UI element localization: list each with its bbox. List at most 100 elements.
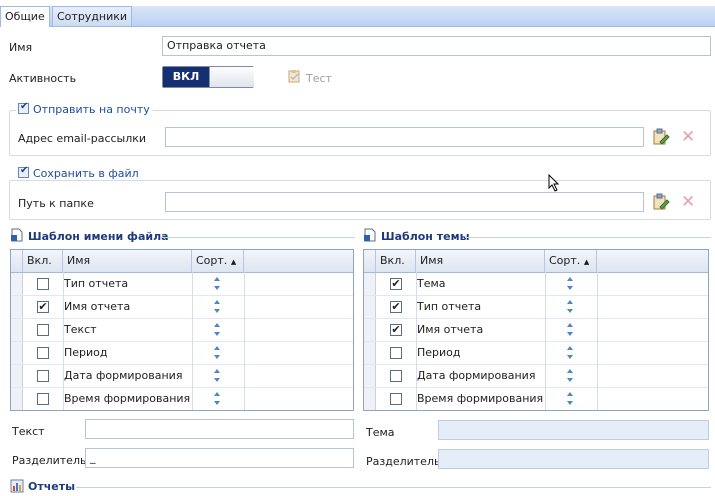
row-enabled-checkbox[interactable] bbox=[37, 278, 49, 290]
column-header-sort[interactable]: Сорт. ▲ bbox=[192, 250, 244, 272]
row-enabled-checkbox[interactable] bbox=[37, 324, 49, 336]
filename-template-grid: Вкл. Имя Сорт. ▲ Тип отчета ✔ Имя отчета Те… bbox=[10, 249, 354, 411]
row-name: Время формирования bbox=[417, 392, 544, 405]
row-selector[interactable] bbox=[11, 296, 23, 318]
test-button-label[interactable]: Тест bbox=[306, 72, 332, 85]
tab-general[interactable]: Общие bbox=[0, 6, 50, 27]
row-enabled-checkbox[interactable] bbox=[390, 347, 402, 359]
row-selector[interactable] bbox=[11, 273, 23, 295]
sort-order-stepper[interactable] bbox=[565, 322, 575, 338]
name-label: Имя bbox=[9, 41, 33, 54]
sort-order-stepper[interactable] bbox=[212, 322, 222, 338]
email-address-input[interactable] bbox=[165, 127, 644, 147]
subject-input[interactable] bbox=[438, 420, 709, 440]
column-divider bbox=[63, 272, 64, 410]
sort-order-stepper[interactable] bbox=[212, 391, 222, 407]
subject-label: Тема bbox=[366, 426, 395, 439]
column-divider bbox=[192, 272, 193, 410]
grid-header-selector bbox=[364, 250, 376, 272]
email-group-header[interactable]: ✔ Отправить на почту bbox=[16, 101, 153, 116]
row-name: Имя отчета bbox=[64, 300, 131, 313]
row-selector[interactable] bbox=[364, 319, 376, 341]
column-header-enabled[interactable]: Вкл. bbox=[376, 250, 416, 272]
sort-order-stepper[interactable] bbox=[565, 368, 575, 384]
row-enabled-checkbox[interactable] bbox=[37, 393, 49, 405]
file-group-header[interactable]: ✔ Сохранить в файл bbox=[16, 165, 142, 180]
filename-text-label: Текст bbox=[12, 425, 45, 438]
row-enabled-checkbox[interactable] bbox=[37, 370, 49, 382]
sort-order-stepper[interactable] bbox=[565, 391, 575, 407]
row-enabled-checkbox[interactable]: ✔ bbox=[390, 324, 402, 336]
clear-email-icon[interactable]: ✕ bbox=[681, 128, 695, 146]
column-header-sort-label: Сорт. bbox=[549, 254, 581, 267]
clipboard-edit-icon[interactable] bbox=[652, 128, 670, 146]
email-group-checkbox[interactable]: ✔ bbox=[18, 101, 29, 114]
clear-path-icon[interactable]: ✕ bbox=[681, 193, 695, 211]
row-enabled-checkbox[interactable]: ✔ bbox=[390, 301, 402, 313]
toggle-knob[interactable] bbox=[209, 67, 254, 87]
email-address-label: Адрес email-рассылки bbox=[18, 132, 147, 145]
file-checkbox-box[interactable]: ✔ bbox=[18, 165, 29, 178]
sort-order-stepper[interactable] bbox=[212, 368, 222, 384]
row-enabled-checkbox[interactable] bbox=[37, 347, 49, 359]
subject-separator-input[interactable] bbox=[438, 449, 709, 469]
tab-employees[interactable]: Сотрудники bbox=[52, 6, 133, 26]
row-name: Время формирования bbox=[64, 392, 191, 405]
section-divider bbox=[162, 237, 355, 238]
sort-asc-icon: ▲ bbox=[230, 258, 237, 266]
checkmark-icon: ✔ bbox=[391, 277, 401, 290]
row-enabled-checkbox[interactable]: ✔ bbox=[390, 278, 402, 290]
filename-separator-input[interactable]: _ bbox=[85, 448, 354, 468]
grid-header-selector bbox=[11, 250, 23, 272]
row-name: Тип отчета bbox=[417, 300, 482, 313]
column-header-name[interactable]: Имя bbox=[63, 250, 192, 272]
row-name: Период bbox=[64, 346, 108, 359]
email-checkbox-box[interactable]: ✔ bbox=[18, 101, 29, 114]
subject-separator-label: Разделитель bbox=[366, 455, 441, 468]
row-selector[interactable] bbox=[11, 342, 23, 364]
sort-order-stepper[interactable] bbox=[212, 276, 222, 292]
activity-toggle[interactable]: ВКЛ bbox=[162, 66, 254, 88]
row-enabled-checkbox[interactable]: ✔ bbox=[37, 301, 49, 313]
file-group-checkbox[interactable]: ✔ bbox=[18, 165, 29, 178]
row-selector[interactable] bbox=[11, 365, 23, 387]
sort-order-stepper[interactable] bbox=[212, 345, 222, 361]
grid-header: Вкл. Имя Сорт. ▲ bbox=[11, 250, 353, 273]
row-selector[interactable] bbox=[364, 365, 376, 387]
sort-order-stepper[interactable] bbox=[565, 345, 575, 361]
filename-text-input[interactable] bbox=[85, 419, 354, 439]
activity-label: Активность bbox=[9, 72, 77, 85]
column-header-enabled[interactable]: Вкл. bbox=[23, 250, 63, 272]
sort-asc-icon: ▲ bbox=[583, 258, 590, 266]
name-input[interactable]: Отправка отчета bbox=[162, 36, 711, 56]
sort-order-stepper[interactable] bbox=[565, 299, 575, 315]
sort-order-stepper[interactable] bbox=[565, 276, 575, 292]
tab-strip: Общие Сотрудники bbox=[0, 0, 715, 27]
test-icon[interactable] bbox=[288, 70, 301, 83]
row-selector[interactable] bbox=[11, 319, 23, 341]
clipboard-edit-icon[interactable] bbox=[652, 193, 670, 211]
checkmark-icon: ✔ bbox=[391, 323, 401, 336]
row-enabled-checkbox[interactable] bbox=[390, 393, 402, 405]
row-name: Текст bbox=[64, 323, 97, 336]
column-divider bbox=[545, 272, 546, 410]
folder-path-input[interactable] bbox=[165, 192, 644, 212]
section-divider bbox=[465, 237, 711, 238]
section-divider bbox=[76, 487, 711, 488]
row-name: Тема bbox=[417, 277, 446, 290]
row-name: Имя отчета bbox=[417, 323, 484, 336]
sort-order-stepper[interactable] bbox=[212, 299, 222, 315]
row-selector[interactable] bbox=[364, 273, 376, 295]
row-name: Период bbox=[417, 346, 461, 359]
row-selector[interactable] bbox=[364, 296, 376, 318]
document-icon bbox=[363, 228, 377, 245]
checkmark-icon: ✔ bbox=[38, 300, 48, 313]
filename-template-title: Шаблон имени файла bbox=[28, 230, 169, 243]
row-name: Дата формирования bbox=[417, 369, 536, 382]
row-selector[interactable] bbox=[364, 342, 376, 364]
column-header-name[interactable]: Имя bbox=[416, 250, 545, 272]
row-enabled-checkbox[interactable] bbox=[390, 370, 402, 382]
column-header-sort[interactable]: Сорт. ▲ bbox=[545, 250, 597, 272]
row-selector[interactable] bbox=[11, 388, 23, 410]
row-selector[interactable] bbox=[364, 388, 376, 410]
